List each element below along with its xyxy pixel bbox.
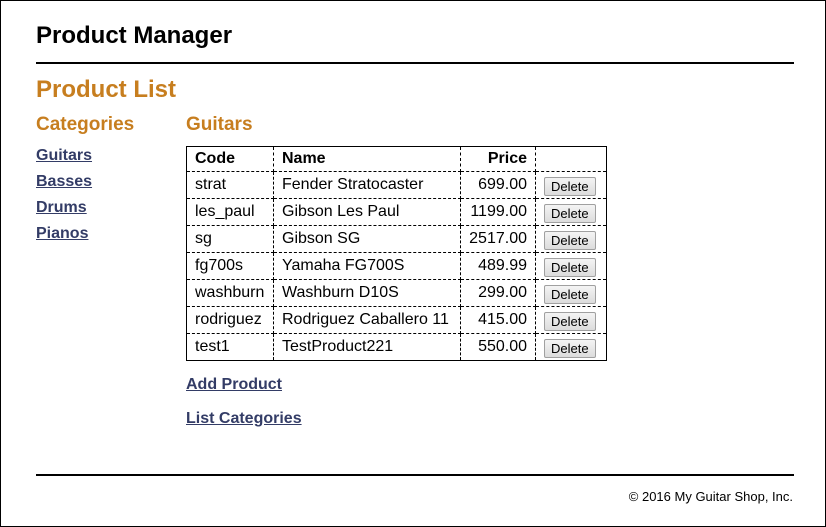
column-header-price: Price: [460, 146, 536, 172]
category-link-drums[interactable]: Drums: [36, 199, 87, 216]
page-title: Product List: [36, 76, 177, 103]
product-code: fg700s: [186, 252, 274, 280]
category-link-pianos[interactable]: Pianos: [36, 225, 88, 242]
delete-button[interactable]: Delete: [544, 338, 596, 358]
column-header-action: [535, 146, 607, 172]
product-price: 489.99: [460, 252, 536, 280]
list-categories-row: List Categories: [186, 409, 786, 429]
action-cell: Delete: [535, 252, 607, 280]
sidebar: Categories Guitars Basses Drums Pianos: [36, 113, 176, 250]
category-link-basses[interactable]: Basses: [36, 173, 92, 190]
action-cell: Delete: [535, 225, 607, 253]
sidebar-item-drums: Drums: [36, 198, 176, 224]
category-link-guitars[interactable]: Guitars: [36, 147, 92, 164]
product-price: 2517.00: [460, 225, 536, 253]
delete-button[interactable]: Delete: [544, 203, 596, 223]
table-row: rodriguez Rodriguez Caballero 11 415.00 …: [186, 306, 607, 334]
delete-button[interactable]: Delete: [544, 284, 596, 304]
footer-divider: [36, 474, 794, 476]
action-links: Add Product List Categories: [186, 375, 786, 429]
product-name: Rodriguez Caballero 11: [273, 306, 461, 334]
product-price: 1199.00: [460, 198, 536, 226]
sidebar-item-guitars: Guitars: [36, 146, 176, 172]
add-product-link[interactable]: Add Product: [186, 376, 282, 393]
product-name: Washburn D10S: [273, 279, 461, 307]
list-categories-link[interactable]: List Categories: [186, 410, 302, 427]
sidebar-item-basses: Basses: [36, 172, 176, 198]
product-code: washburn: [186, 279, 274, 307]
action-cell: Delete: [535, 198, 607, 226]
main-content: Guitars Code Name Price strat Fender Str…: [186, 113, 786, 443]
product-code: strat: [186, 171, 274, 199]
app-title: Product Manager: [36, 22, 233, 49]
table-row: fg700s Yamaha FG700S 489.99 Delete: [186, 252, 607, 280]
delete-button[interactable]: Delete: [544, 257, 596, 277]
table-header-row: Code Name Price: [186, 146, 607, 172]
category-heading: Guitars: [186, 114, 253, 135]
table-row: washburn Washburn D10S 299.00 Delete: [186, 279, 607, 307]
table-row: strat Fender Stratocaster 699.00 Delete: [186, 171, 607, 199]
sidebar-item-pianos: Pianos: [36, 224, 176, 250]
footer-copyright: © 2016 My Guitar Shop, Inc.: [628, 489, 793, 504]
column-header-code: Code: [186, 146, 274, 172]
product-name: TestProduct221: [273, 333, 461, 361]
delete-button[interactable]: Delete: [544, 176, 596, 196]
product-name: Fender Stratocaster: [273, 171, 461, 199]
category-list: Guitars Basses Drums Pianos: [36, 146, 176, 250]
action-cell: Delete: [535, 279, 607, 307]
action-cell: Delete: [535, 171, 607, 199]
product-price: 299.00: [460, 279, 536, 307]
add-product-row: Add Product: [186, 375, 786, 395]
product-code: sg: [186, 225, 274, 253]
delete-button[interactable]: Delete: [544, 230, 596, 250]
action-cell: Delete: [535, 306, 607, 334]
product-code: les_paul: [186, 198, 274, 226]
column-header-name: Name: [273, 146, 461, 172]
product-table: Code Name Price strat Fender Stratocaste…: [186, 146, 607, 361]
product-code: rodriguez: [186, 306, 274, 334]
product-name: Gibson SG: [273, 225, 461, 253]
product-name: Gibson Les Paul: [273, 198, 461, 226]
header-divider: [36, 62, 794, 64]
action-cell: Delete: [535, 333, 607, 361]
product-name: Yamaha FG700S: [273, 252, 461, 280]
delete-button[interactable]: Delete: [544, 311, 596, 331]
table-row: test1 TestProduct221 550.00 Delete: [186, 333, 607, 361]
table-row: les_paul Gibson Les Paul 1199.00 Delete: [186, 198, 607, 226]
product-price: 699.00: [460, 171, 536, 199]
product-code: test1: [186, 333, 274, 361]
product-price: 550.00: [460, 333, 536, 361]
page: Product Manager Product List Categories …: [0, 0, 826, 527]
product-price: 415.00: [460, 306, 536, 334]
table-row: sg Gibson SG 2517.00 Delete: [186, 225, 607, 253]
sidebar-heading: Categories: [36, 114, 135, 135]
